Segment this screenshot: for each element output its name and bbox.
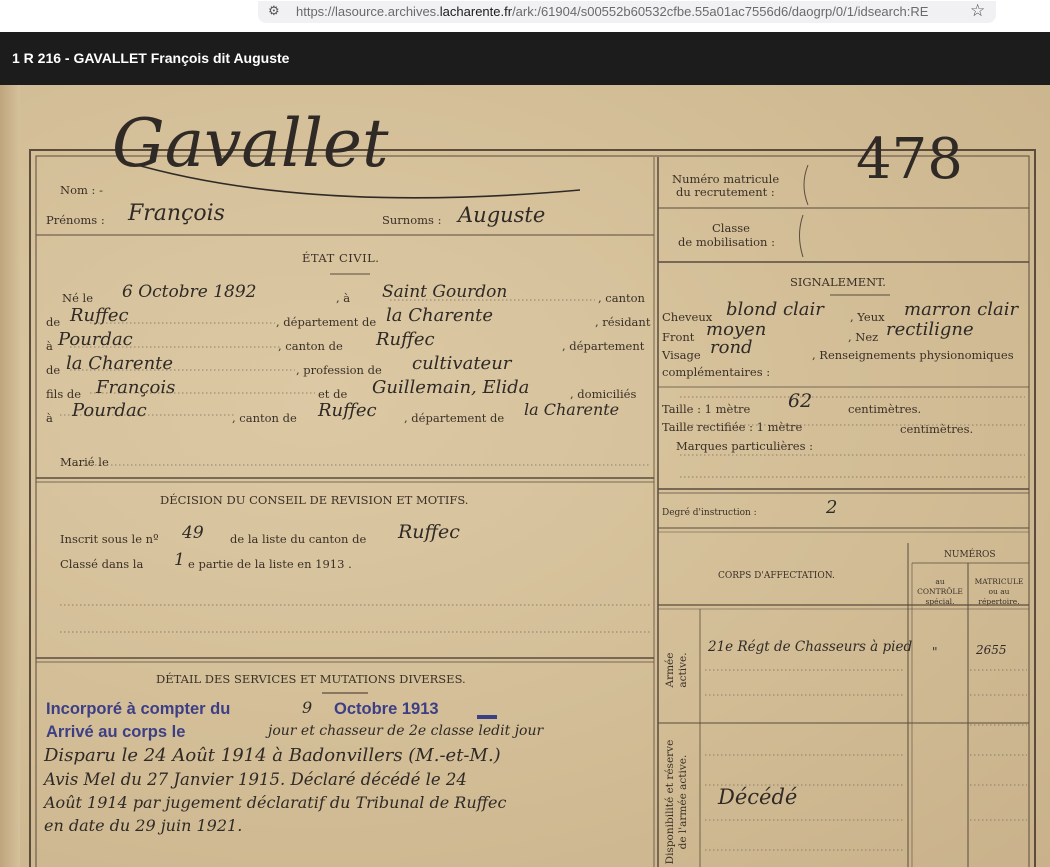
- label-centimetres2: centimètres.: [900, 422, 974, 436]
- label-visage: Visage: [662, 348, 701, 362]
- label-a2: à: [46, 339, 53, 353]
- label-de-la-liste: de la liste du canton de: [230, 532, 367, 546]
- label-marques: Marques particulières :: [676, 439, 814, 453]
- hw-line6: en date du 29 juin 1921.: [44, 816, 243, 835]
- label-nom: Nom : -: [60, 183, 103, 197]
- document-title: 1 R 216 - GAVALLET François dit Auguste: [12, 50, 290, 66]
- section-decision: DÉCISION DU CONSEIL DE REVISION ET MOTIF…: [160, 493, 469, 507]
- hw-birth-date: 6 Octobre 1892: [122, 282, 257, 302]
- hw-birth-department: la Charente: [386, 305, 494, 326]
- label-departement-de2: , département de: [404, 411, 505, 425]
- hw-list-canton: Ruffec: [398, 521, 460, 543]
- scanned-register-page: Nom : - Gavallet Prénoms : François Surn…: [0, 85, 1050, 867]
- label-de: de: [46, 315, 61, 329]
- label-renseignements: , Renseignements physionomiques: [812, 348, 1014, 362]
- bookmark-star-icon[interactable]: ☆: [970, 1, 985, 21]
- page-settings-icon[interactable]: ⚙: [268, 4, 286, 20]
- header-matricule: MATRICULE ou au répertoire.: [974, 577, 1024, 606]
- label-yeux: , Yeux: [850, 310, 885, 324]
- label-de2: de: [46, 363, 61, 377]
- label-classe-dans: Classé dans la: [60, 557, 144, 571]
- header-corps: CORPS D'AFFECTATION.: [718, 571, 835, 581]
- label-cheveux: Cheveux: [662, 310, 713, 324]
- url-text[interactable]: https://lasource.archives.lacharente.fr/…: [296, 4, 966, 19]
- hw-list-part: 1: [174, 550, 185, 570]
- label-taille: Taille : 1 mètre: [662, 402, 751, 416]
- label-armee-active: Armée active.: [664, 652, 689, 688]
- label-classe: Classe: [712, 221, 750, 235]
- hw-line3: Disparu le 24 Août 1914 à Badonvillers (…: [44, 745, 501, 766]
- label-canton: , canton: [598, 291, 645, 305]
- hw-nose: rectiligne: [886, 319, 974, 340]
- hw-controle: ": [932, 645, 938, 659]
- hw-hair: blond clair: [726, 299, 824, 320]
- hw-surnom: Auguste: [458, 203, 546, 227]
- label-marie-le: Marié le: [60, 455, 109, 469]
- hw-height: 62: [788, 390, 813, 412]
- label-partie: e partie de la liste en 1913 .: [188, 557, 352, 571]
- hw-instruction: 2: [826, 497, 838, 518]
- label-et-de: et de: [318, 387, 348, 401]
- label-disponibilite: Disponibilité et réserve de l'armée acti…: [664, 739, 689, 865]
- hw-domicile: Pourdac: [72, 400, 147, 421]
- hw-line4: Avis Mel du 27 Janvier 1915. Déclaré déc…: [44, 770, 467, 789]
- browser-url-bar: ⚙ https://lasource.archives.lacharente.f…: [0, 0, 1050, 32]
- label-canton-de2: , canton de: [232, 411, 297, 425]
- section-detail: DÉTAIL DES SERVICES ET MUTATIONS DIVERSE…: [156, 672, 466, 686]
- label-de-mobilisation: de mobilisation :: [678, 235, 775, 249]
- hw-corps: 21e Régt de Chasseurs à pied: [708, 639, 913, 655]
- label-a3: à: [46, 411, 53, 425]
- label-degre: Degré d'instruction :: [662, 508, 757, 518]
- section-signalement: SIGNALEMENT.: [790, 275, 886, 289]
- label-ne-le: Né le: [62, 291, 94, 305]
- hw-arrive-rest: jour et chasseur de 2e classe ledit jour: [268, 723, 544, 739]
- label-prenoms: Prénoms :: [46, 213, 105, 227]
- hw-first-name: François: [128, 201, 225, 226]
- hw-father: François: [96, 377, 176, 398]
- label-departement: , département: [562, 339, 645, 353]
- hw-reserve-status: Décédé: [718, 785, 798, 809]
- label-du-recrutement: du recrutement :: [676, 185, 775, 199]
- hw-birth-canton: Ruffec: [70, 305, 129, 326]
- label-taille-rectifiee: Taille rectifiée : 1 mètre: [662, 420, 803, 434]
- label-resident: , résidant: [595, 315, 651, 329]
- label-a: , à: [336, 291, 351, 305]
- hw-matricule-no: 2655: [976, 643, 1007, 657]
- hw-domicile-canton: Ruffec: [318, 400, 377, 421]
- label-profession-de: , profession de: [296, 363, 382, 377]
- header-numeros: NUMÉROS: [944, 550, 996, 560]
- hw-surname: Gavallet: [112, 105, 389, 182]
- header-au-controle: au CONTRÔLE spécial.: [917, 577, 963, 606]
- label-domicilies: , domiciliés: [570, 387, 637, 401]
- hw-residence: Pourdac: [58, 329, 133, 350]
- label-inscrit: Inscrit sous le nº: [60, 532, 159, 546]
- hw-mother: Guillemain, Elida: [372, 377, 530, 398]
- hw-profession: cultivateur: [412, 353, 512, 374]
- label-nez: , Nez: [848, 330, 879, 344]
- stamp-incorpore: Incorporé à compter du: [46, 700, 231, 718]
- label-front: Front: [662, 330, 695, 344]
- hw-incorpore-day: 9: [302, 698, 313, 717]
- label-surnoms: Surnoms :: [382, 213, 442, 227]
- hw-residence-canton: Ruffec: [376, 329, 435, 350]
- hw-birth-place: Saint Gourdon: [382, 282, 508, 302]
- label-departement-de: , département de: [276, 315, 377, 329]
- label-canton-de: , canton de: [278, 339, 343, 353]
- hw-face: rond: [710, 337, 753, 358]
- hw-domicile-department: la Charente: [524, 400, 620, 419]
- label-fils-de: fils de: [46, 387, 82, 401]
- hw-matricule: 478: [856, 127, 963, 192]
- section-etat-civil: ÉTAT CIVIL.: [302, 251, 380, 265]
- hw-eyes: marron clair: [904, 299, 1019, 320]
- stamp-incorpore-month: Octobre 1913: [334, 700, 439, 718]
- label-complementaires: complémentaires :: [662, 365, 771, 379]
- hw-line5: Août 1914 par jugement déclaratif du Tri…: [44, 793, 507, 812]
- stamp-arrive: Arrivé au corps le: [46, 723, 186, 741]
- hw-residence-department: la Charente: [66, 353, 174, 374]
- label-centimetres: centimètres.: [848, 402, 922, 416]
- hw-list-number: 49: [182, 523, 204, 543]
- label-numero-matricule: Numéro matricule: [672, 172, 780, 186]
